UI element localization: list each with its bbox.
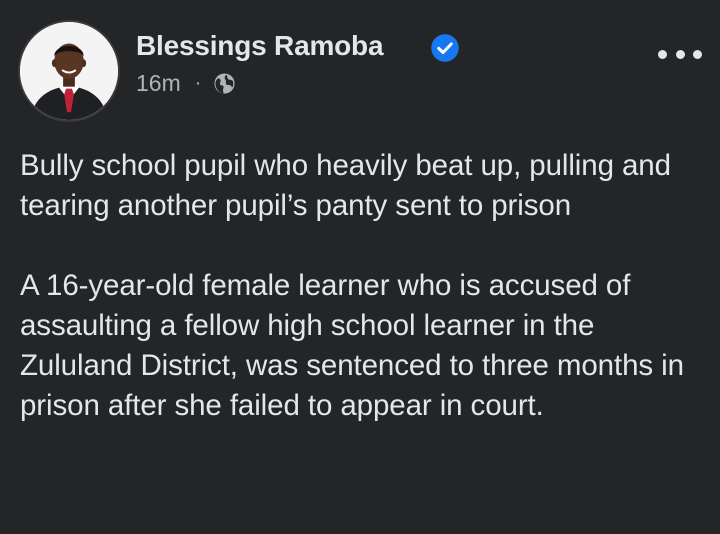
post-headline: Bully school pupil who heavily beat up, … [20,149,671,222]
verified-badge-icon [431,34,459,62]
post-paragraph: A 16-year-old female learner who is accu… [20,269,684,422]
post-timestamp[interactable]: 16m [136,70,181,97]
globe-icon[interactable] [213,72,236,95]
profile-photo-icon [20,22,118,120]
dot [658,49,667,59]
avatar[interactable] [18,20,120,122]
post-body: Bully school pupil who heavily beat up, … [20,146,710,426]
post-header: Blessings Ramoba 16m · [18,20,708,124]
post-meta: 16m · [136,70,236,96]
dot [675,49,685,59]
post-card: Blessings Ramoba 16m · Bully school pupi… [0,0,720,534]
author-name[interactable]: Blessings Ramoba [136,30,384,62]
meta-separator: · [194,71,202,94]
more-options-icon[interactable] [658,42,702,66]
dot [693,49,702,59]
